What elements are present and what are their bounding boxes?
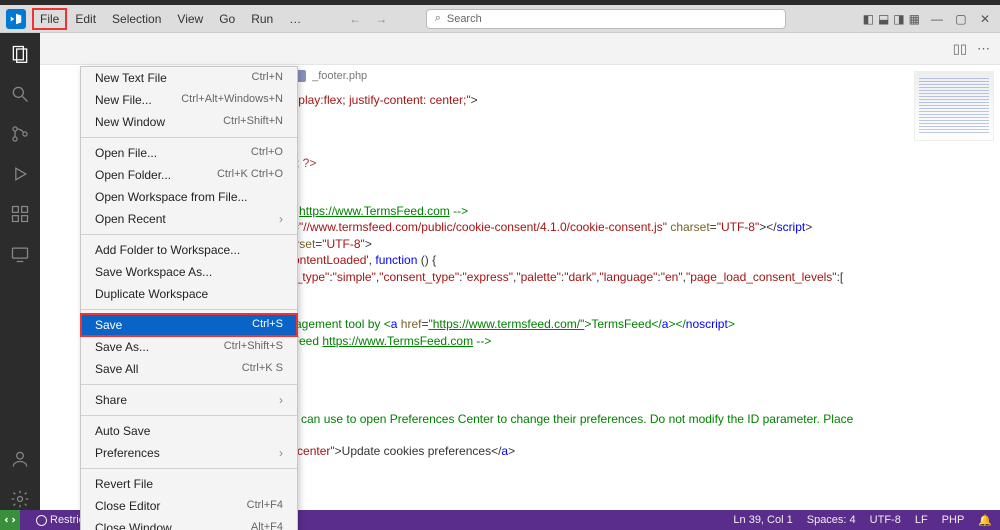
menu-more[interactable]: … xyxy=(281,8,309,30)
menu-run[interactable]: Run xyxy=(243,8,281,30)
split-editor-icon[interactable]: ▯▯ xyxy=(953,41,967,57)
menu-item-open-recent[interactable]: Open Recent xyxy=(81,208,297,230)
menu-item-auto-save[interactable]: Auto Save xyxy=(81,420,297,442)
activity-bar xyxy=(0,33,40,510)
extensions-icon[interactable] xyxy=(9,203,31,225)
status-lang[interactable]: PHP xyxy=(942,514,965,526)
run-debug-icon[interactable] xyxy=(9,163,31,185)
status-encoding[interactable]: UTF-8 xyxy=(870,514,901,526)
menu-item-new-file[interactable]: New File...Ctrl+Alt+Windows+N xyxy=(81,89,297,111)
vscode-icon xyxy=(6,9,26,29)
menu-item-add-folder-to-workspace[interactable]: Add Folder to Workspace... xyxy=(81,239,297,261)
command-center[interactable]: ⌕ Search xyxy=(426,9,786,29)
menu-selection[interactable]: Selection xyxy=(104,8,169,30)
menu-edit[interactable]: Edit xyxy=(67,8,104,30)
more-actions-icon[interactable]: ⋯ xyxy=(977,41,990,57)
menu-item-open-file[interactable]: Open File...Ctrl+O xyxy=(81,142,297,164)
menu-item-save[interactable]: SaveCtrl+S xyxy=(81,314,297,336)
notifications-bell-icon[interactable]: 🔔 xyxy=(978,514,992,527)
menu-item-close-window[interactable]: Close WindowAlt+F4 xyxy=(81,517,297,530)
window-close-icon[interactable]: ✕ xyxy=(978,12,992,26)
layout-right-icon[interactable]: ◨ xyxy=(893,12,904,26)
source-control-icon[interactable] xyxy=(9,123,31,145)
status-eol[interactable]: LF xyxy=(915,514,928,526)
search-placeholder: Search xyxy=(447,13,482,25)
menu-item-new-text-file[interactable]: New Text FileCtrl+N xyxy=(81,67,297,89)
layout-left-icon[interactable]: ◧ xyxy=(863,12,874,26)
menu-bar: File Edit Selection View Go Run … xyxy=(32,8,309,30)
title-bar: File Edit Selection View Go Run … ← → ⌕ … xyxy=(0,5,1000,33)
window-maximize-icon[interactable]: ▢ xyxy=(954,12,968,26)
tab-bar: ▯▯ ⋯ xyxy=(40,33,1000,65)
nav-forward-icon[interactable]: → xyxy=(375,12,387,26)
nav-arrows: ← → xyxy=(349,12,387,26)
layout-grid-icon[interactable]: ▦ xyxy=(909,12,920,26)
remote-indicator-icon[interactable] xyxy=(0,510,20,530)
status-spaces[interactable]: Spaces: 4 xyxy=(807,514,856,526)
menu-item-new-window[interactable]: New WindowCtrl+Shift+N xyxy=(81,111,297,133)
menu-item-open-folder[interactable]: Open Folder...Ctrl+K Ctrl+O xyxy=(81,164,297,186)
search-icon: ⌕ xyxy=(435,12,441,25)
accounts-icon[interactable] xyxy=(9,448,31,470)
menu-view[interactable]: View xyxy=(169,8,211,30)
menu-item-save-all[interactable]: Save AllCtrl+K S xyxy=(81,358,297,380)
settings-gear-icon[interactable] xyxy=(9,488,31,510)
menu-item-save-as[interactable]: Save As...Ctrl+Shift+S xyxy=(81,336,297,358)
editor-area: ▯▯ ⋯ Air › _footer.php e="display:flex; … xyxy=(40,33,1000,510)
status-lncol[interactable]: Ln 39, Col 1 xyxy=(733,514,792,526)
menu-item-duplicate-workspace[interactable]: Duplicate Workspace xyxy=(81,283,297,305)
remote-explorer-icon[interactable] xyxy=(9,243,31,265)
search-icon[interactable] xyxy=(9,83,31,105)
menu-item-preferences[interactable]: Preferences xyxy=(81,442,297,464)
menu-item-close-editor[interactable]: Close EditorCtrl+F4 xyxy=(81,495,297,517)
menu-item-revert-file[interactable]: Revert File xyxy=(81,473,297,495)
menu-item-share[interactable]: Share xyxy=(81,389,297,411)
window-minimize-icon[interactable]: — xyxy=(930,12,944,26)
nav-back-icon[interactable]: ← xyxy=(349,12,361,26)
layout-bottom-icon[interactable]: ⬓ xyxy=(878,12,889,26)
file-menu-dropdown: New Text FileCtrl+NNew File...Ctrl+Alt+W… xyxy=(80,66,298,530)
menu-go[interactable]: Go xyxy=(211,8,243,30)
menu-item-save-workspace-as[interactable]: Save Workspace As... xyxy=(81,261,297,283)
menu-item-open-workspace-from-file[interactable]: Open Workspace from File... xyxy=(81,186,297,208)
breadcrumb-file: _footer.php xyxy=(312,70,367,82)
explorer-icon[interactable] xyxy=(9,43,31,65)
menu-file[interactable]: File xyxy=(32,8,67,30)
